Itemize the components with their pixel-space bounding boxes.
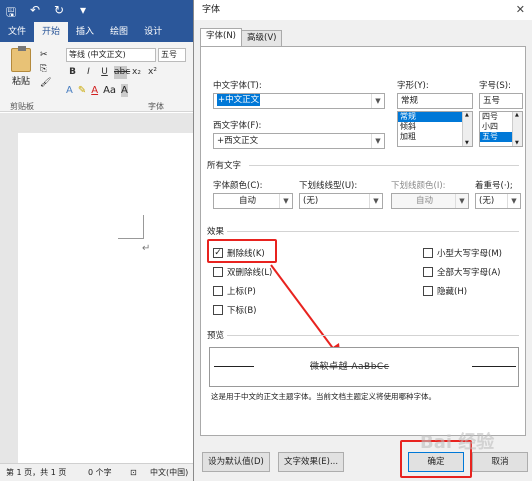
paragraph-mark-icon: ↵	[142, 243, 151, 254]
quick-access-toolbar: 🖫 ↶ ↻ ▾	[4, 3, 90, 24]
superscript-icon[interactable]: x²	[146, 66, 159, 79]
char-shading-icon[interactable]: A	[121, 84, 128, 97]
tab-font[interactable]: 字体(N)	[200, 28, 242, 46]
paste-button[interactable]: 粘贴	[6, 46, 36, 87]
tab-file[interactable]: 文件	[0, 22, 34, 42]
preview-line	[472, 366, 516, 367]
font-color-icon[interactable]: A	[91, 84, 98, 97]
change-case-icon[interactable]: Aa	[103, 84, 116, 97]
preview-heading: 预览	[207, 331, 225, 341]
tab-draw[interactable]: 绘图	[102, 22, 136, 42]
italic-icon[interactable]: I	[82, 66, 95, 79]
status-words[interactable]: 0 个字	[88, 464, 112, 481]
tab-design[interactable]: 设计	[136, 22, 170, 42]
cut-copy-group: ✂ ⎘ 🖌	[40, 50, 51, 88]
copy-icon[interactable]: ⎘	[40, 64, 51, 74]
margin-corner-mark	[118, 215, 144, 239]
preview-text: 微软卓越 AaBbCc	[310, 362, 390, 372]
set-default-button[interactable]: 设为默认值(D)	[202, 452, 270, 472]
strikethrough-icon[interactable]: abc	[114, 66, 130, 79]
dialog-title-bar: 字体 ✕	[194, 0, 532, 20]
subscript-icon[interactable]: x₂	[130, 66, 143, 79]
underline-icon[interactable]: U	[98, 66, 111, 79]
tab-advanced[interactable]: 高级(V)	[241, 30, 283, 46]
font-tab-panel: 中文字体(T): 字形(Y): 字号(S): +中文正文 ▼ 常规 常规 倾斜 …	[200, 46, 526, 436]
tab-insert[interactable]: 插入	[68, 22, 102, 42]
tab-home[interactable]: 开始	[34, 22, 69, 42]
document-page[interactable]: ↵	[18, 133, 200, 473]
format-row: B I U abc x₂ x²	[66, 66, 159, 79]
status-language[interactable]: 中文(中国)	[150, 464, 188, 481]
cancel-button[interactable]: 取消	[472, 452, 528, 472]
document-area: ↵	[0, 113, 200, 473]
preview-note: 这是用于中文的正文主题字体。当前文档主题定义将使用哪种字体。	[211, 392, 436, 401]
dialog-title: 字体	[202, 5, 221, 15]
dialog-tabs: 字体(N) 高级(V)	[200, 28, 283, 46]
ribbon-tabs: 文件 开始 插入 绘图 设计	[0, 22, 200, 42]
group-clipboard-label: 剪贴板	[10, 102, 34, 111]
group-font-label: 字体	[148, 102, 164, 111]
redo-icon[interactable]: ↻	[52, 3, 66, 24]
bold-icon[interactable]: B	[66, 66, 79, 79]
preview-box: 微软卓越 AaBbCc	[209, 347, 519, 387]
divider	[227, 335, 519, 336]
format-row-2: A ✎ A Aa A	[66, 84, 128, 97]
undo-icon[interactable]: ↶	[28, 3, 42, 24]
save-icon[interactable]: 🖫	[4, 3, 18, 24]
format-painter-icon[interactable]: 🖌	[40, 78, 51, 88]
font-dialog: 字体 ✕ 字体(N) 高级(V) 中文字体(T): 字形(Y): 字号(S): …	[193, 0, 532, 481]
status-page[interactable]: 第 1 页，共 1 页	[6, 464, 66, 481]
paste-label: 粘贴	[11, 77, 30, 87]
font-name-box[interactable]: 等线 (中文正文)	[66, 48, 156, 62]
clipboard-icon	[11, 46, 31, 72]
cut-icon[interactable]: ✂	[40, 50, 51, 60]
proofing-icon[interactable]: ⊡	[130, 464, 137, 481]
ribbon: 粘贴 ✂ ⎘ 🖌 等线 (中文正文) 五号 B I U abc x₂ x² A …	[0, 42, 200, 112]
watermark-logo: Bai 经验	[420, 432, 495, 453]
font-size-box[interactable]: 五号	[158, 48, 186, 62]
highlight-icon[interactable]: ✎	[78, 84, 86, 97]
text-effects-icon[interactable]: A	[66, 84, 73, 97]
customize-icon[interactable]: ▾	[76, 3, 90, 24]
close-icon[interactable]: ✕	[516, 0, 525, 20]
text-effects-button[interactable]: 文字效果(E)...	[278, 452, 344, 472]
preview-line	[214, 366, 254, 367]
